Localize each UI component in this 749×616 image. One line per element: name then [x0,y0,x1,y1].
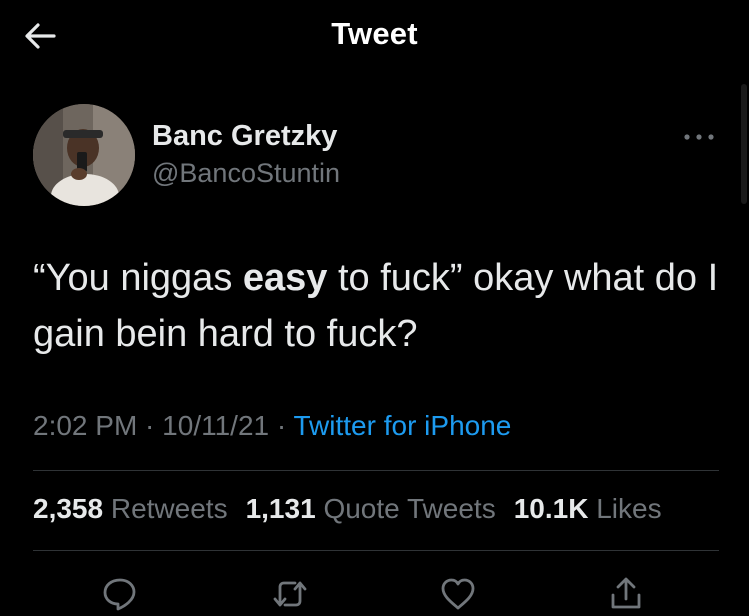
divider [33,470,719,471]
tweet-meta: 2:02 PM · 10/11/21 · Twitter for iPhone [33,410,511,442]
more-dots-icon [684,134,714,140]
author-display-name[interactable]: Banc Gretzky [152,120,337,153]
separator: · [137,410,163,441]
avatar-image [33,104,135,206]
quote-tweets-label: Quote Tweets [323,493,496,524]
separator: · [269,410,294,441]
share-icon [611,577,641,609]
scrollbar[interactable] [741,84,747,204]
avatar[interactable] [33,104,135,206]
retweets-count: 2,358 [33,493,104,524]
tweet-stats: 2,358 Retweets 1,131 Quote Tweets 10.1K … [33,493,662,525]
tweet-time: 2:02 PM [33,410,138,441]
tweet-text-bold: easy [242,257,328,299]
tweet-source-link[interactable]: Twitter for iPhone [293,410,511,441]
retweets-stat[interactable]: 2,358 Retweets [33,493,228,525]
like-button[interactable] [436,572,480,616]
retweets-label: Retweets [110,493,228,524]
tweet-text-part: “You niggas [33,257,243,299]
divider [33,550,719,551]
author-handle[interactable]: @BancoStuntin [152,158,340,189]
heart-icon [441,578,475,610]
likes-stat[interactable]: 10.1K Likes [514,493,662,525]
reply-button[interactable] [98,572,142,616]
page-title: Tweet [331,16,418,51]
likes-count: 10.1K [513,493,589,524]
more-options-button[interactable] [676,126,722,148]
retweet-button[interactable] [268,572,312,616]
reply-icon [103,578,136,611]
action-bar [0,568,749,613]
quote-tweets-count: 1,131 [245,493,316,524]
likes-label: Likes [596,493,662,524]
retweet-icon [273,581,307,607]
quote-tweets-stat[interactable]: 1,131 Quote Tweets [246,493,496,525]
tweet-date: 10/11/21 [162,410,270,441]
top-bar: Tweet [0,0,749,72]
share-button[interactable] [604,572,648,616]
tweet-text: “You niggas easy to fuck” okay what do I… [33,250,733,362]
